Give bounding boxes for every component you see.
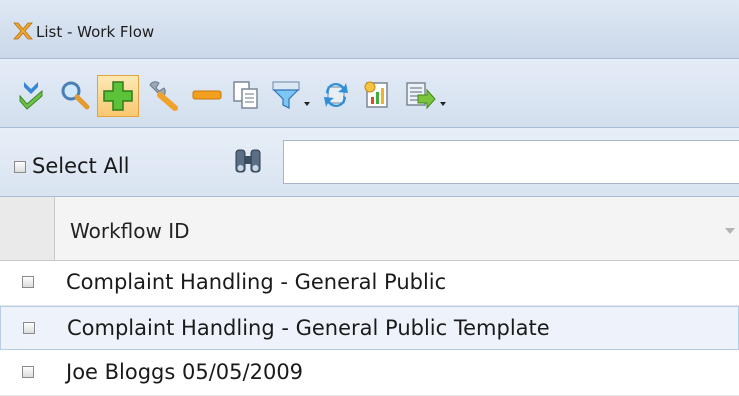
row-label: Complaint Handling - General Public [66, 270, 447, 294]
edit-button[interactable] [144, 77, 180, 113]
report-icon [364, 81, 388, 108]
filter-dropdown-arrow[interactable] [304, 102, 310, 106]
add-icon [103, 81, 133, 111]
copy-icon [233, 81, 258, 109]
app-logo-icon [13, 21, 33, 41]
binoculars-icon [235, 149, 261, 173]
refresh-icon [324, 83, 348, 108]
export-dropdown-arrow[interactable] [440, 102, 446, 106]
export-button[interactable] [402, 77, 438, 113]
report-button[interactable] [360, 77, 396, 113]
row-label: Joe Bloggs 05/05/2009 [66, 360, 304, 384]
search-icon [61, 81, 90, 110]
column-header-workflow-id[interactable]: Workflow ID [70, 219, 190, 243]
add-button[interactable] [97, 75, 139, 117]
grid-header-checkbox-column [0, 197, 55, 260]
download-check-button[interactable] [13, 77, 49, 113]
find-button[interactable] [232, 144, 264, 176]
window-title: List - Work Flow [36, 23, 155, 41]
search-input[interactable] [283, 140, 739, 184]
copy-button[interactable] [228, 77, 264, 113]
refresh-button[interactable] [318, 77, 354, 113]
sort-arrow-icon[interactable] [725, 228, 735, 234]
wrench-icon [149, 81, 178, 111]
filter-icon [272, 81, 300, 109]
select-all-checkbox[interactable] [14, 161, 26, 173]
export-icon [406, 82, 436, 110]
filter-button[interactable] [268, 77, 304, 113]
row-checkbox[interactable] [23, 322, 35, 334]
remove-icon [192, 90, 222, 100]
toolbar [0, 59, 739, 128]
select-all-label: Select All [32, 154, 130, 178]
table-row-selected[interactable]: Complaint Handling - General Public Temp… [0, 306, 739, 350]
row-label: Complaint Handling - General Public Temp… [67, 316, 550, 340]
table-row[interactable]: Complaint Handling - General Public [0, 261, 739, 306]
table-row[interactable]: Joe Bloggs 05/05/2009 [0, 351, 739, 396]
row-checkbox[interactable] [22, 276, 34, 288]
row-checkbox[interactable] [22, 366, 34, 378]
search-button[interactable] [57, 77, 93, 113]
download-check-icon [19, 82, 43, 110]
remove-button[interactable] [189, 77, 225, 113]
